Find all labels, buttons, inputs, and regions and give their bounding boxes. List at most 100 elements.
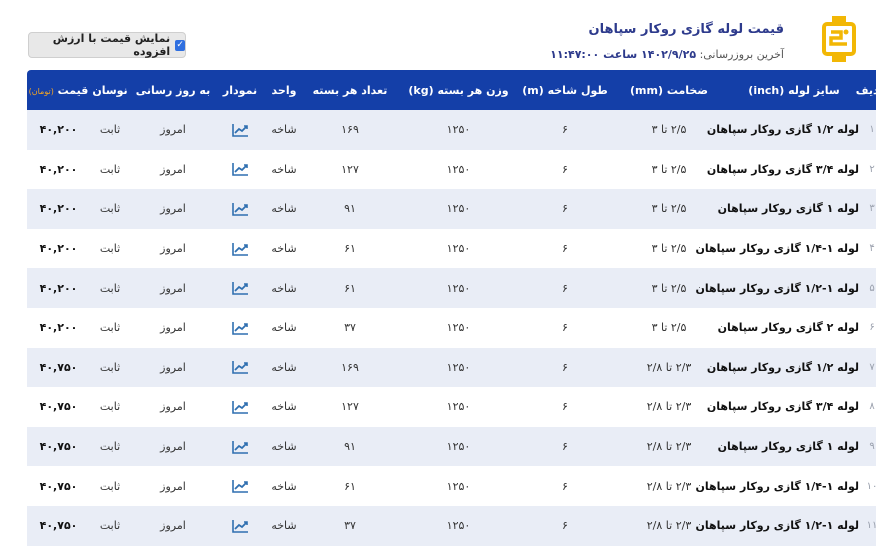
line-chart-icon[interactable]: [231, 440, 249, 454]
row-price: ۴۰,۲۰۰: [39, 321, 78, 335]
row-unit: شاخه: [271, 479, 297, 493]
row-product-name: لوله ۱/۲ گازی روکار سپاهان: [706, 360, 859, 374]
table-row[interactable]: ۱۱ لوله ۱-۱/۲ گازی روکار سپاهان ۲/۳ تا ۲/۸…: [27, 505, 876, 546]
row-unit: شاخه: [271, 440, 297, 454]
row-length: ۶: [562, 242, 568, 256]
row-chart-cell: [216, 229, 264, 269]
table-row[interactable]: ۳ لوله ۱ گازی روکار سپاهان ۲/۵ تا ۳ ۶ ۱۲۵۰ ۹۱…: [27, 189, 876, 229]
row-change: ثابت: [99, 123, 121, 137]
row-price: ۴۰,۷۵۰: [39, 519, 78, 533]
row-length: ۶: [562, 360, 568, 374]
row-length: ۶: [562, 281, 568, 295]
col-price-label: قیمت: [57, 83, 89, 97]
row-length: ۶: [562, 162, 568, 176]
row-weight: ۱۲۵۰: [446, 123, 471, 137]
last-update: آخرین بروزرسانی: ۱۴۰۲/۹/۲۵ ساعت ۱۱:۴۷:۰۰: [550, 48, 784, 61]
row-product-name: لوله ۲ گازی روکار سپاهان: [717, 321, 859, 335]
line-chart-icon[interactable]: [231, 281, 249, 295]
row-updated: امروز: [160, 321, 186, 335]
row-weight: ۱۲۵۰: [446, 360, 471, 374]
row-length: ۶: [562, 321, 568, 335]
row-index: ۱۱: [866, 520, 876, 532]
col-count: تعداد هر بسته: [312, 83, 388, 97]
line-chart-icon[interactable]: [231, 479, 249, 493]
row-unit: شاخه: [271, 321, 297, 335]
row-count: ۱۶۹: [341, 360, 359, 374]
row-count: ۳۷: [344, 519, 356, 533]
checkbox-checked-icon[interactable]: ✓: [175, 39, 185, 51]
col-updated: به روز رسانی: [135, 83, 211, 97]
row-updated: امروز: [160, 440, 186, 454]
table-row[interactable]: ۶ لوله ۲ گازی روکار سپاهان ۲/۵ تا ۳ ۶ ۱۲۵۰ ۳۷…: [27, 307, 876, 348]
row-updated: امروز: [160, 162, 186, 176]
table-row[interactable]: ۲ لوله ۳/۴ گازی روکار سپاهان ۲/۵ تا ۳ ۶ ۱۲۵۰…: [27, 149, 876, 190]
row-updated: امروز: [160, 400, 186, 414]
row-chart-cell: [216, 150, 264, 190]
table-row[interactable]: ۱۰ لوله ۱-۱/۴ گازی روکار سپاهان ۲/۳ تا ۲/۸…: [27, 466, 876, 506]
row-price: ۴۰,۲۰۰: [39, 281, 78, 295]
row-index: ۷: [869, 361, 875, 373]
row-weight: ۱۲۵۰: [446, 242, 471, 256]
row-product-name: لوله ۳/۴ گازی روکار سپاهان: [706, 400, 859, 414]
line-chart-icon[interactable]: [231, 123, 249, 137]
row-count: ۶۱: [344, 479, 356, 493]
row-thickness: ۲/۵ تا ۳: [651, 202, 687, 216]
table-row[interactable]: ۷ لوله ۱/۲ گازی روکار سپاهان ۲/۳ تا ۲/۸ ۶ ۱۲…: [27, 347, 876, 388]
page-title: قیمت لوله گازی روکار سپاهان: [588, 22, 785, 37]
row-chart-cell: [216, 427, 264, 467]
line-chart-icon[interactable]: [231, 242, 249, 256]
line-chart-icon[interactable]: [231, 162, 249, 177]
price-table: ردیف سایز لوله (inch) ضخامت (mm) طول شاخ…: [27, 70, 876, 546]
row-updated: امروز: [160, 479, 186, 493]
row-product-name: لوله ۱-۱/۲ گازی روکار سپاهان: [695, 519, 859, 533]
table-body: ۱ لوله ۱/۲ گازی روکار سپاهان ۲/۵ تا ۳ ۶ ۱۲۵۰…: [27, 110, 876, 546]
row-weight: ۱۲۵۰: [446, 162, 471, 176]
table-header-row: ردیف سایز لوله (inch) ضخامت (mm) طول شاخ…: [27, 70, 876, 110]
row-count: ۶۱: [344, 242, 356, 256]
row-weight: ۱۲۵۰: [446, 440, 471, 454]
row-index: ۴: [869, 243, 875, 255]
row-change: ثابت: [99, 321, 121, 335]
sepahan-logo-icon: [820, 14, 858, 64]
col-change: نوسان: [92, 83, 128, 97]
row-chart-cell: [216, 506, 264, 546]
row-length: ۶: [562, 519, 568, 533]
row-price: ۴۰,۲۰۰: [39, 162, 78, 176]
line-chart-icon[interactable]: [231, 202, 249, 216]
row-chart-cell: [216, 189, 264, 229]
show-vat-price-label: نمایش قیمت با ارزش افزوده: [52, 32, 171, 58]
row-change: ثابت: [99, 202, 121, 216]
table-row[interactable]: ۸ لوله ۳/۴ گازی روکار سپاهان ۲/۳ تا ۲/۸ ۶ ۱۲…: [27, 387, 876, 427]
row-updated: امروز: [160, 202, 186, 216]
row-chart-cell: [216, 466, 264, 506]
row-weight: ۱۲۵۰: [446, 519, 471, 533]
row-price: ۴۰,۲۰۰: [39, 202, 78, 216]
table-row[interactable]: ۱ لوله ۱/۲ گازی روکار سپاهان ۲/۵ تا ۳ ۶ ۱۲۵۰…: [27, 110, 876, 150]
line-chart-icon[interactable]: [231, 360, 249, 375]
row-index: ۱: [869, 124, 875, 136]
row-length: ۶: [562, 440, 568, 454]
row-change: ثابت: [99, 440, 121, 454]
table-row[interactable]: ۵ لوله ۱-۱/۲ گازی روکار سپاهان ۲/۵ تا ۳ ۶ ۱۲…: [27, 268, 876, 308]
row-updated: امروز: [160, 519, 186, 533]
table-row[interactable]: ۹ لوله ۱ گازی روکار سپاهان ۲/۳ تا ۲/۸ ۶ ۱۲۵۰…: [27, 426, 876, 467]
row-price: ۴۰,۷۵۰: [39, 400, 78, 414]
col-price: قیمت (تومان): [27, 70, 90, 110]
row-updated: امروز: [160, 242, 186, 256]
row-length: ۶: [562, 202, 568, 216]
show-vat-price-toggle[interactable]: ✓ نمایش قیمت با ارزش افزوده: [28, 32, 186, 58]
col-size: سایز لوله (inch): [748, 83, 840, 97]
row-product-name: لوله ۳/۴ گازی روکار سپاهان: [706, 162, 859, 176]
row-unit: شاخه: [271, 162, 297, 176]
table-row[interactable]: ۴ لوله ۱-۱/۴ گازی روکار سپاهان ۲/۵ تا ۳ ۶ ۱۲…: [27, 228, 876, 269]
line-chart-icon[interactable]: [231, 400, 249, 414]
row-change: ثابت: [99, 519, 121, 533]
line-chart-icon[interactable]: [231, 519, 249, 533]
line-chart-icon[interactable]: [231, 321, 249, 335]
row-weight: ۱۲۵۰: [446, 281, 471, 295]
row-product-name: لوله ۱ گازی روکار سپاهان: [717, 440, 859, 454]
row-length: ۶: [562, 400, 568, 414]
row-change: ثابت: [99, 281, 121, 295]
row-product-name: لوله ۱-۱/۴ گازی روکار سپاهان: [695, 242, 859, 256]
row-change: ثابت: [99, 242, 121, 256]
